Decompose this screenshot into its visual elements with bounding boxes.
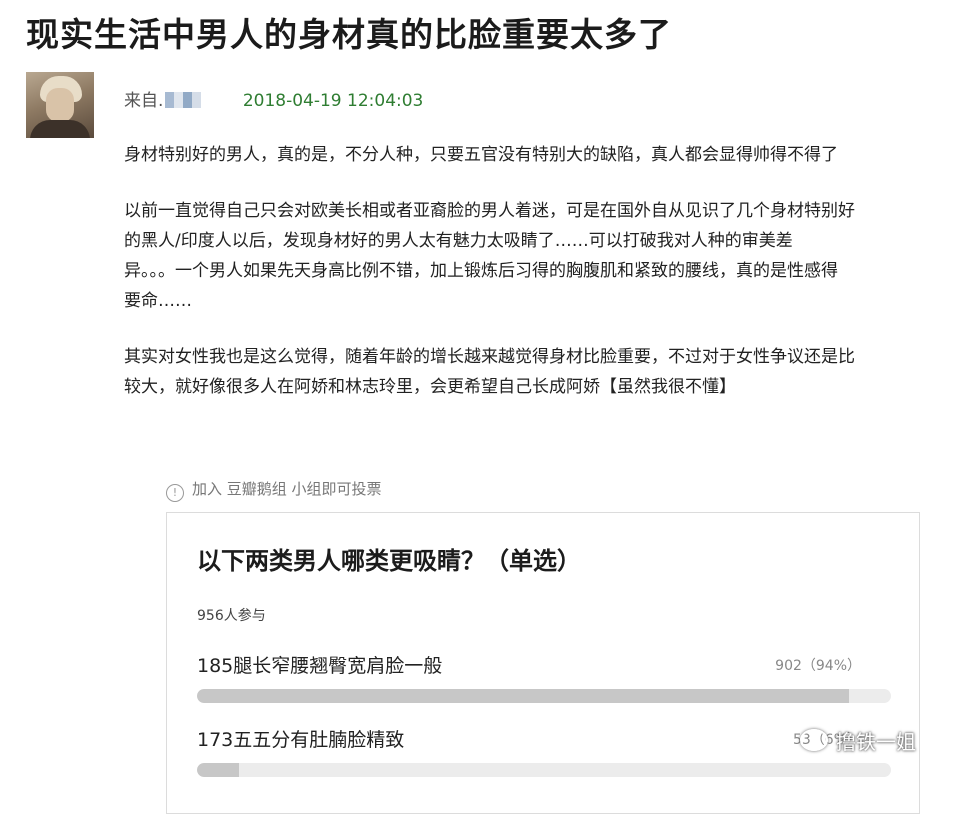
poll-question: 以下两类男人哪类更吸睛？（单选）	[197, 547, 581, 575]
paragraph-line: 其实对女性我也是这么觉得，随着年龄的增长越来越觉得身材比脸重要，不过对于女性争议…	[124, 347, 855, 367]
post-title: 现实生活中男人的身材真的比脸重要太多了	[26, 15, 672, 54]
paragraph-line: 异。。。一个男人如果先天身高比例不错，加上锻炼后习得的胸腹肌和紧致的腰线，真的是…	[124, 261, 838, 281]
poll-option-bar	[197, 763, 891, 777]
poll-option-fill	[197, 763, 239, 777]
poll-option[interactable]: 185腿长窄腰翘臀宽肩脸一般 902（94%）	[197, 651, 891, 703]
paragraph-line: 较大，就好像很多人在阿娇和林志玲里，会更希望自己长成阿娇【虽然我很不懂】	[124, 377, 736, 397]
poll-card: 以下两类男人哪类更吸睛？（单选） 956人参与 185腿长窄腰翘臀宽肩脸一般 9…	[166, 512, 920, 814]
blurred-username[interactable]	[165, 92, 202, 108]
join-group-link[interactable]: 加入 豆瓣鹅组 小组即可投票	[192, 480, 382, 498]
poll-participants: 956人参与	[197, 608, 266, 624]
info-icon: !	[166, 484, 184, 502]
post-meta: 来自. 2018-04-19 12:04:03	[124, 86, 423, 111]
post-body: 身材特别好的男人，真的是，不分人种，只要五官没有特别大的缺陷，真人都会显得帅得不…	[124, 140, 944, 402]
avatar[interactable]	[26, 72, 94, 138]
poll-option-bar	[197, 689, 891, 703]
paragraph-line: 要命……	[124, 291, 192, 311]
post-timestamp: 2018-04-19 12:04:03	[242, 91, 424, 111]
poll-option-result: 902（94%）	[775, 658, 861, 674]
vote-notice: ! 加入 豆瓣鹅组 小组即可投票	[166, 478, 382, 502]
poll-option-fill	[197, 689, 850, 703]
from-label: 来自.	[124, 91, 164, 111]
watermark: 撸铁一姐	[800, 726, 916, 755]
watermark-text: 撸铁一姐	[836, 730, 916, 754]
wechat-logo-icon	[800, 729, 828, 751]
paragraph-line: 身材特别好的男人，真的是，不分人种，只要五官没有特别大的缺陷，真人都会显得帅得不…	[124, 145, 838, 165]
paragraph-line: 的黑人/印度人以后，发现身材好的男人太有魅力太吸睛了……可以打破我对人种的审美差	[124, 231, 793, 251]
paragraph-line: 以前一直觉得自己只会对欧美长相或者亚裔脸的男人着迷，可是在国外自从见识了几个身材…	[124, 201, 855, 221]
poll-option[interactable]: 173五五分有肚腩脸精致 53（6%）	[197, 725, 891, 777]
poll-option-label: 173五五分有肚腩脸精致	[197, 729, 405, 751]
